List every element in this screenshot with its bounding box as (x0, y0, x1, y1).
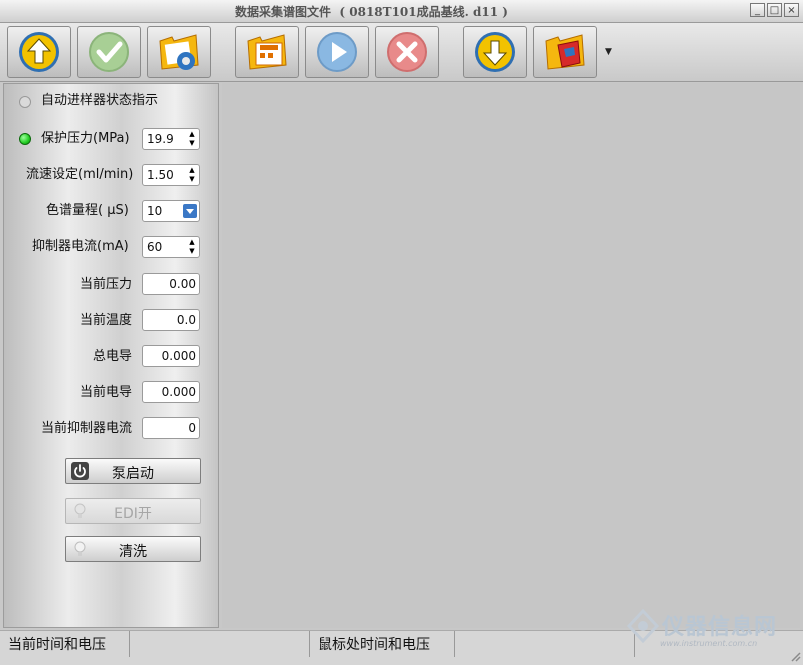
current-conductance-field: 0.000 (142, 381, 200, 403)
dropdown-arrow-icon[interactable] (183, 204, 197, 218)
current-temp-label: 当前温度 (79, 313, 132, 328)
status-current-time-voltage: 当前时间和电压 (0, 631, 130, 657)
suppressor-current-stepper[interactable]: 60 ▲ ▼ (142, 236, 200, 258)
stop-button[interactable] (375, 26, 439, 78)
spinner-arrows-icon[interactable]: ▲ ▼ (187, 130, 197, 148)
status-mouse-time-voltage-text: 鼠标处时间和电压 (318, 637, 430, 653)
flow-rate-stepper[interactable]: 1.50 ▲ ▼ (142, 164, 200, 186)
current-temp-field: 0.0 (142, 309, 200, 331)
report-button[interactable] (533, 26, 597, 78)
upload-button[interactable] (7, 26, 71, 78)
current-pressure-value: 0.00 (169, 277, 196, 291)
checkmark-icon (89, 32, 129, 72)
control-panel: 自动进样器状态指示 保护压力(MPa) 19.9 ▲ ▼ 流速设定(ml/min)… (3, 83, 219, 628)
current-suppressor-current-field: 0 (142, 417, 200, 439)
pressure-status-led (19, 133, 31, 145)
current-pressure-label: 当前压力 (79, 277, 132, 292)
stop-x-icon (387, 32, 427, 72)
range-label: 色谱量程( μS) (46, 203, 129, 218)
flow-rate-value: 1.50 (147, 168, 174, 182)
status-empty-cell (130, 631, 310, 657)
upload-arrow-icon (19, 32, 59, 72)
clean-button[interactable]: 清洗 (65, 536, 201, 562)
title-bar[interactable]: 数据采集谱图文件 ( 0818T101成品基线. d11 ) _ □ × (0, 0, 803, 23)
current-suppressor-current-value: 0 (188, 421, 196, 435)
confirm-button[interactable] (77, 26, 141, 78)
watermark-text: 仪器信息网 (662, 615, 778, 640)
current-conductance-label: 当前电导 (79, 385, 132, 400)
suppressor-current-label: 抑制器电流(mA) (32, 239, 129, 254)
status-current-time-voltage-text: 当前时间和电压 (8, 637, 106, 653)
folder-book-icon (545, 34, 585, 70)
autosampler-status-label: 自动进样器状态指示 (41, 93, 159, 108)
folder-grid-icon (247, 34, 287, 70)
spinner-arrows-icon[interactable]: ▲ ▼ (187, 166, 197, 184)
autosampler-status-led (19, 96, 31, 108)
clean-label: 清洗 (119, 544, 147, 560)
folder-settings-icon (159, 34, 199, 70)
flow-rate-label: 流速设定(ml/min) (26, 167, 134, 182)
pump-start-label: 泵启动 (112, 466, 154, 482)
pump-start-button[interactable]: 泵启动 (65, 458, 201, 484)
current-pressure-field: 0.00 (142, 273, 200, 295)
window-controls: _ □ × (750, 3, 799, 17)
current-conductance-value: 0.000 (161, 385, 196, 399)
protect-pressure-stepper[interactable]: 19.9 ▲ ▼ (142, 128, 200, 150)
edi-label: EDI开 (114, 506, 152, 522)
status-mouse-time-voltage: 鼠标处时间和电压 (310, 631, 455, 657)
suppressor-current-value: 60 (147, 240, 163, 254)
total-conductance-field: 0.000 (142, 345, 200, 367)
toolbar-dropdown-icon[interactable]: ▼ (605, 47, 612, 57)
start-button[interactable] (305, 26, 369, 78)
resize-grip-icon[interactable] (789, 650, 801, 662)
maximize-button[interactable]: □ (767, 3, 782, 17)
download-button[interactable] (463, 26, 527, 78)
window-title: 数据采集谱图文件 ( 0818T101成品基线. d11 ) (235, 5, 508, 19)
total-conductance-label: 总电导 (92, 349, 132, 364)
watermark-url: www.instrument.com.cn (660, 639, 758, 648)
play-icon (317, 32, 357, 72)
watermark: 仪器信息网 www.instrument.com.cn (626, 609, 802, 649)
minimize-button[interactable]: _ (750, 3, 765, 17)
range-value: 10 (147, 204, 163, 218)
chromatogram-plot-area[interactable] (222, 83, 800, 628)
open-file-button[interactable] (235, 26, 299, 78)
toolbar: ▼ (0, 23, 803, 82)
protect-pressure-value: 19.9 (147, 132, 174, 146)
spinner-arrows-icon[interactable]: ▲ ▼ (187, 238, 197, 256)
current-temp-value: 0.0 (176, 313, 196, 327)
watermark-logo-icon (626, 609, 660, 643)
edi-button[interactable]: EDI开 (65, 498, 201, 524)
range-select[interactable]: 10 (142, 200, 200, 222)
current-suppressor-current-label: 当前抑制器电流 (40, 421, 132, 436)
total-conductance-value: 0.000 (161, 349, 196, 363)
protect-pressure-label: 保护压力(MPa) (41, 131, 130, 146)
settings-button[interactable] (147, 26, 211, 78)
close-button[interactable]: × (784, 3, 799, 17)
status-empty-cell (455, 631, 635, 657)
download-arrow-icon (475, 32, 515, 72)
